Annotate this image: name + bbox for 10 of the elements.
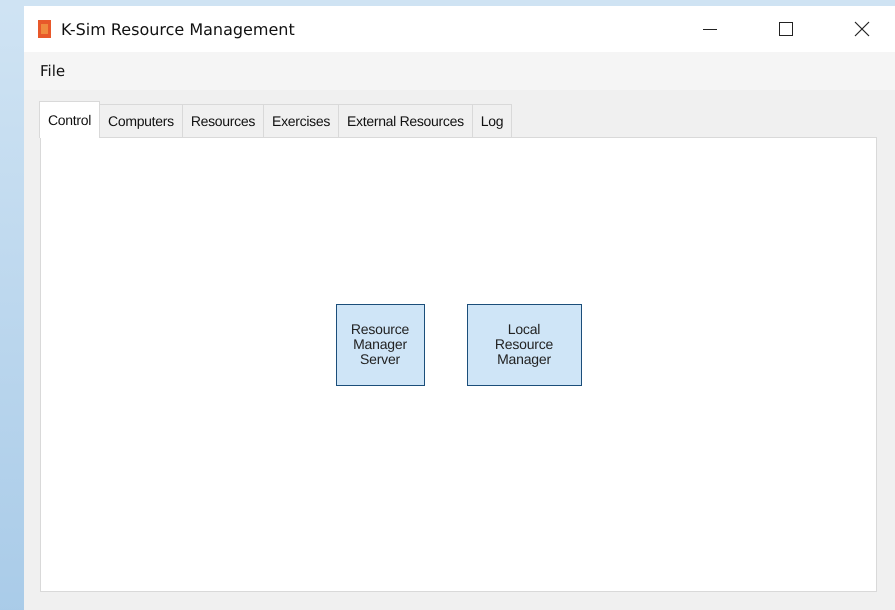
close-icon bbox=[854, 21, 870, 37]
menu-item[interactable]: File bbox=[34, 60, 72, 82]
app-icon bbox=[38, 20, 51, 38]
manager-button[interactable]: Local Resource Manager bbox=[466, 304, 582, 386]
maximize-icon bbox=[778, 21, 794, 37]
manager-button[interactable]: Resource Manager Server bbox=[336, 304, 424, 386]
tab[interactable]: Control bbox=[39, 101, 100, 138]
minimize-icon bbox=[703, 28, 717, 30]
tab[interactable]: Log bbox=[472, 104, 512, 137]
window-title: K-Sim Resource Management bbox=[61, 20, 296, 38]
